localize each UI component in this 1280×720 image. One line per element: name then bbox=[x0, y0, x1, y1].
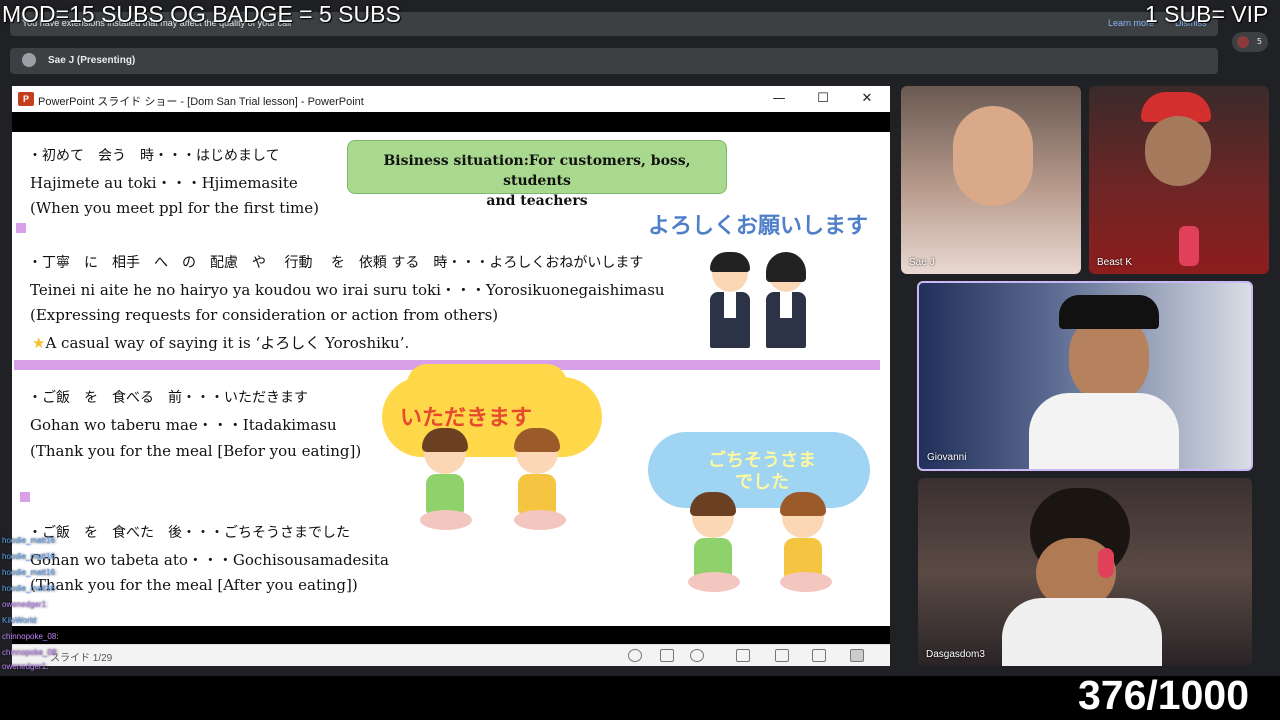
tile-name: Dasgasdom3 bbox=[926, 649, 985, 660]
chat-message: hoodie_matt16: bbox=[2, 552, 58, 561]
slide: ・初めて 会う 時・・・はじめまして Hajimete au toki・・・Hj… bbox=[12, 132, 890, 626]
section2-romaji: Teinei ni aite he no hairyo ya koudou wo… bbox=[30, 281, 665, 299]
business-woman-illustration bbox=[762, 252, 810, 350]
notes-icon[interactable] bbox=[660, 649, 674, 662]
plate-illustration bbox=[420, 510, 472, 530]
participant-count: 5 bbox=[1256, 37, 1262, 46]
normal-view-icon[interactable] bbox=[736, 649, 750, 662]
chat-message: chinnopoke_08: bbox=[2, 632, 59, 641]
cap bbox=[1059, 295, 1159, 329]
next-slide-icon[interactable] bbox=[690, 649, 704, 662]
section4-romaji: Gohan wo tabeta ato・・・Gochisousamadesita bbox=[30, 551, 389, 569]
chat-message: owenedger1: bbox=[2, 600, 49, 609]
chat-message: hoodie_matt16: bbox=[2, 584, 58, 593]
maximize-icon[interactable]: ☐ bbox=[810, 90, 836, 108]
tile-name: Sae J bbox=[909, 257, 935, 268]
slideshow-statusbar: スライド 1/29 bbox=[12, 644, 890, 666]
business-situation-callout: Bisiness situation:For customers, boss, … bbox=[347, 140, 727, 209]
powerpoint-logo-icon: P bbox=[18, 92, 34, 106]
video-tile-dasgasdom3[interactable]: Dasgasdom3 bbox=[918, 478, 1252, 666]
window-title: PowerPoint スライド ショー - [Dom San Trial les… bbox=[38, 96, 364, 108]
gochisousama-line2: でした bbox=[735, 472, 789, 493]
presenting-label: Sae J (Presenting) bbox=[48, 55, 136, 66]
video-tile-giovanni[interactable]: Giovanni bbox=[917, 281, 1253, 471]
shirt bbox=[1029, 393, 1179, 469]
previous-slide-icon[interactable] bbox=[628, 649, 642, 662]
gochisousama-art-text: ごちそうさま でした bbox=[672, 450, 852, 494]
chat-message: KiloWorld: bbox=[2, 616, 39, 625]
chat-message: owenedger1: bbox=[2, 662, 49, 671]
gochisousama-line1: ごちそうさま bbox=[708, 450, 816, 471]
video-tile-sae-j[interactable]: Sae J bbox=[901, 86, 1081, 274]
slideshow-letterbox-top bbox=[12, 112, 890, 132]
presenting-bar bbox=[10, 48, 1218, 74]
bullet-marker bbox=[16, 223, 26, 233]
tile-name: Beast K bbox=[1097, 257, 1133, 268]
tile-name: Giovanni bbox=[927, 452, 967, 463]
business-man-illustration bbox=[706, 252, 754, 350]
shirt bbox=[1002, 598, 1162, 666]
section1-japanese: ・初めて 会う 時・・・はじめまして bbox=[28, 148, 280, 164]
video-tile-beast-k[interactable]: Beast K bbox=[1089, 86, 1269, 274]
section3-english: (Thank you for the meal [Befor you eatin… bbox=[30, 442, 362, 460]
section2-english: (Expressing requests for consideration o… bbox=[30, 306, 499, 324]
section2-japanese: ・丁寧 に 相手 へ の 配慮 や 行動 を 依頼 する 時・・・よろしくおねが… bbox=[28, 255, 644, 271]
chat-message: chinnopoke_08: bbox=[2, 648, 59, 657]
vip-overlay: 1 SUB= VIP bbox=[1145, 1, 1269, 27]
section4-japanese: ・ご飯 を 食べた 後・・・ごちそうさまでした bbox=[28, 525, 350, 541]
section1-english: (When you meet ppl for the first time) bbox=[30, 199, 320, 217]
participant-face bbox=[953, 106, 1033, 206]
participants-icon bbox=[1237, 36, 1249, 48]
slide-counter: スライド 1/29 bbox=[50, 653, 113, 664]
ppt-titlebar: P PowerPoint スライド ショー - [Dom San Trial l… bbox=[12, 86, 890, 112]
presenter-avatar bbox=[22, 53, 36, 67]
star-icon: ★ bbox=[32, 334, 46, 352]
microphone-icon bbox=[1179, 226, 1199, 266]
powerpoint-window: P PowerPoint スライド ショー - [Dom San Trial l… bbox=[12, 86, 890, 666]
minimize-icon[interactable]: — bbox=[766, 90, 792, 108]
slideshow-view-icon[interactable] bbox=[850, 649, 864, 662]
bullet-marker bbox=[20, 492, 30, 502]
reading-view-icon[interactable] bbox=[812, 649, 826, 662]
headphones bbox=[1098, 548, 1114, 578]
callout-line1: Bisiness situation:For customers, boss, … bbox=[383, 153, 691, 189]
section3-romaji: Gohan wo taberu mae・・・Itadakimasu bbox=[30, 416, 337, 434]
section4-english: (Thank you for the meal [After you eatin… bbox=[30, 576, 358, 594]
plate-illustration bbox=[514, 510, 566, 530]
plate-illustration bbox=[688, 572, 740, 592]
itadakimasu-art-text: いただきます bbox=[400, 406, 533, 431]
chat-message: hoodie_matt16: bbox=[2, 536, 58, 545]
section2-note: ★A casual way of saying it is ‘よろしく Yoro… bbox=[32, 332, 409, 353]
section3-japanese: ・ご飯 を 食べる 前・・・いただきます bbox=[28, 390, 308, 406]
participant-face bbox=[1145, 116, 1211, 186]
close-icon[interactable]: ✕ bbox=[854, 90, 880, 108]
sub-counter-overlay: 376/1000 bbox=[1078, 672, 1250, 718]
section1-romaji: Hajimete au toki・・・Hjimemasite bbox=[30, 174, 298, 192]
section2-note-text: A casual way of saying it is ‘よろしく Yoros… bbox=[45, 334, 410, 352]
plate-illustration bbox=[780, 572, 832, 592]
yoroshiku-art-text: よろしくお願いします bbox=[648, 214, 869, 239]
slide-sorter-icon[interactable] bbox=[775, 649, 789, 662]
chat-message: hoodie_matt16: bbox=[2, 568, 58, 577]
sub-goal-overlay: MOD=15 SUBS OG BADGE = 5 SUBS bbox=[2, 1, 401, 27]
slideshow-letterbox-bottom bbox=[12, 626, 890, 644]
